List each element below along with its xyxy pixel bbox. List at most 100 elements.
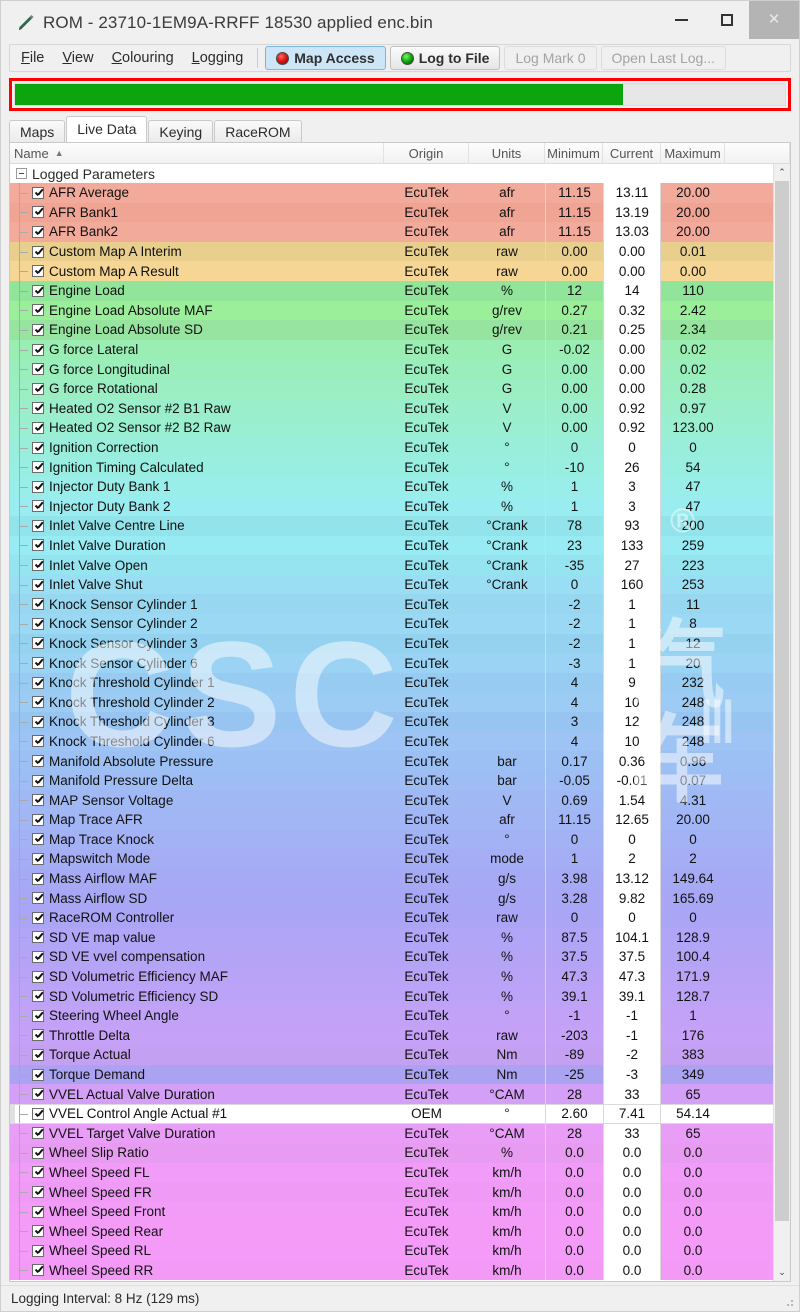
row-checkbox[interactable]	[32, 382, 44, 395]
row-checkbox[interactable]	[32, 1186, 44, 1199]
table-row[interactable]: Wheel Speed RR EcuTek km/h 0.0 0.0 0.0	[10, 1260, 790, 1281]
table-row[interactable]: Wheel Speed RL EcuTek km/h 0.0 0.0 0.0	[10, 1241, 790, 1261]
log-mark-button[interactable]: Log Mark 0	[504, 46, 597, 70]
scroll-down-button[interactable]: ⌄	[774, 1264, 790, 1281]
row-checkbox[interactable]	[32, 598, 44, 611]
row-checkbox[interactable]	[32, 1205, 44, 1218]
tab-raceROM[interactable]: RaceROM	[214, 120, 302, 142]
row-checkbox[interactable]	[32, 323, 44, 336]
menu-colouring[interactable]: Colouring	[103, 46, 183, 70]
row-checkbox[interactable]	[32, 1264, 44, 1277]
row-checkbox[interactable]	[32, 265, 44, 278]
table-row[interactable]: Steering Wheel Angle EcuTek ° -1 -1 1	[10, 1005, 790, 1026]
row-checkbox[interactable]	[32, 657, 44, 670]
column-header-name[interactable]: Name ▲	[10, 143, 384, 163]
row-checkbox[interactable]	[32, 1088, 44, 1101]
table-row[interactable]: Wheel Speed FL EcuTek km/h 0.0 0.0 0.0	[10, 1162, 790, 1183]
column-header-maximum[interactable]: Maximum	[661, 143, 725, 163]
table-row[interactable]: Engine Load Absolute SD EcuTek g/rev 0.21 0.…	[10, 320, 790, 340]
row-checkbox[interactable]	[32, 480, 44, 493]
row-checkbox[interactable]	[32, 970, 44, 983]
table-row[interactable]: AFR Average EcuTek afr 11.15 13.11 20.00	[10, 183, 790, 203]
row-checkbox[interactable]	[32, 1009, 44, 1022]
row-checkbox[interactable]	[32, 794, 44, 807]
row-checkbox[interactable]	[32, 1244, 44, 1257]
menu-view[interactable]: View	[53, 46, 102, 70]
table-row[interactable]: Knock Sensor Cylinder 6 EcuTek -3 1 20	[10, 653, 790, 673]
table-row[interactable]: Ignition Timing Calculated EcuTek ° -10 26 54	[10, 457, 790, 477]
table-row[interactable]: Inlet Valve Shut EcuTek °Crank 0 160 253	[10, 574, 790, 595]
table-row[interactable]: Knock Threshold Cylinder 2 EcuTek 4 10 248	[10, 692, 790, 713]
menu-logging[interactable]: Logging	[183, 46, 253, 70]
collapse-icon[interactable]	[16, 168, 27, 179]
row-checkbox[interactable]	[32, 1107, 44, 1120]
row-checkbox[interactable]	[32, 852, 44, 865]
table-row[interactable]: Wheel Slip Ratio EcuTek% 0.0 0.0 0.0	[10, 1143, 790, 1163]
table-row[interactable]: Custom Map A Interim EcuTek raw 0.00 0.00 0.0…	[10, 241, 790, 262]
row-checkbox[interactable]	[32, 931, 44, 944]
table-row[interactable]: Torque Demand EcuTek Nm -25 -3 349	[10, 1064, 790, 1085]
row-checkbox[interactable]	[32, 892, 44, 905]
table-row[interactable]: Heated O2 Sensor #2 B2 Raw EcuTek V 0.00 0.9…	[10, 418, 790, 438]
table-row[interactable]: AFR Bank1 EcuTek afr 11.15 13.19 20.00	[10, 202, 790, 223]
map-access-button[interactable]: Map Access	[265, 46, 386, 70]
row-checkbox[interactable]	[32, 1166, 44, 1179]
table-row[interactable]: VVEL Actual Valve Duration EcuTek °CAM 28 33…	[10, 1084, 790, 1104]
open-last-log-button[interactable]: Open Last Log...	[600, 46, 727, 70]
tab-keying[interactable]: Keying	[148, 120, 214, 142]
row-checkbox[interactable]	[32, 950, 44, 963]
maximize-button[interactable]	[704, 1, 749, 39]
row-checkbox[interactable]	[32, 1068, 44, 1081]
table-row[interactable]: Wheel Speed Front EcuTek km/h 0.0 0.0 0.0	[10, 1201, 790, 1222]
table-row[interactable]: Mass Airflow SD EcuTek g/s 3.28 9.82 165.69	[10, 888, 790, 908]
table-row[interactable]: RaceROM Controller EcuTek raw 0 0 0	[10, 907, 790, 928]
row-checkbox[interactable]	[32, 363, 44, 376]
table-row[interactable]: Throttle Delta EcuTek raw -203 -1 176	[10, 1025, 790, 1046]
row-checkbox[interactable]	[32, 1029, 44, 1042]
table-row[interactable]: G force Rotational EcuTek G 0.00 0.00 0.28	[10, 378, 790, 399]
row-checkbox[interactable]	[32, 225, 44, 238]
table-row[interactable]: G force Lateral EcuTek G -0.02 0.00 0.02	[10, 339, 790, 360]
table-row[interactable]: Inlet Valve Open EcuTek °Crank -35 27 223	[10, 555, 790, 575]
row-checkbox[interactable]	[32, 715, 44, 728]
row-checkbox[interactable]	[32, 1225, 44, 1238]
row-checkbox[interactable]	[32, 186, 44, 199]
table-row[interactable]: Injector Duty Bank 2 EcuTek% 1 3 47	[10, 496, 790, 517]
table-row[interactable]: SD Volumetric Efficiency SD EcuTek% 39.1 39…	[10, 986, 790, 1006]
table-row[interactable]: Inlet Valve Centre Line EcuTek °Crank 78 93 2…	[10, 516, 790, 536]
minimize-button[interactable]	[659, 1, 704, 39]
row-checkbox[interactable]	[32, 813, 44, 826]
row-checkbox[interactable]	[32, 676, 44, 689]
row-checkbox[interactable]	[32, 990, 44, 1003]
row-checkbox[interactable]	[32, 304, 44, 317]
row-checkbox[interactable]	[32, 578, 44, 591]
table-row[interactable]: Torque Actual EcuTek Nm -89 -2 383	[10, 1045, 790, 1065]
table-row[interactable]: Manifold Absolute Pressure EcuTek bar 0.17 0…	[10, 751, 790, 771]
table-row[interactable]: Knock Sensor Cylinder 2 EcuTek -2 1 8	[10, 614, 790, 634]
table-row[interactable]: Map Trace AFR EcuTek afr 11.15 12.65 20.00	[10, 810, 790, 830]
log-to-file-button[interactable]: Log to File	[389, 46, 501, 70]
table-row[interactable]: Heated O2 Sensor #2 B1 Raw EcuTek V 0.00 0.9…	[10, 398, 790, 419]
tab-live-data[interactable]: Live Data	[66, 116, 148, 142]
table-row[interactable]: Mapswitch Mode EcuTek mode 1 2 2	[10, 849, 790, 869]
row-checkbox[interactable]	[32, 774, 44, 787]
row-checkbox[interactable]	[32, 539, 44, 552]
table-row[interactable]: VVEL Target Valve Duration EcuTek °CAM 28 33…	[10, 1123, 790, 1144]
row-checkbox[interactable]	[32, 755, 44, 768]
row-checkbox[interactable]	[32, 461, 44, 474]
column-header-units[interactable]: Units	[469, 143, 545, 163]
table-row[interactable]: Wheel Speed FR EcuTek km/h 0.0 0.0 0.0	[10, 1182, 790, 1202]
table-row[interactable]: G force Longitudinal EcuTek G 0.00 0.00 0.02	[10, 359, 790, 379]
table-row[interactable]: SD Volumetric Efficiency MAF EcuTek% 47.3 4…	[10, 966, 790, 987]
table-row[interactable]: SD VE vvel compensation EcuTek% 37.5 37.5 10…	[10, 947, 790, 967]
row-checkbox[interactable]	[32, 245, 44, 258]
table-row[interactable]: Wheel Speed Rear EcuTek km/h 0.0 0.0 0.0	[10, 1221, 790, 1242]
row-checkbox[interactable]	[32, 206, 44, 219]
row-checkbox[interactable]	[32, 421, 44, 434]
close-button[interactable]: ×	[749, 1, 799, 39]
table-row[interactable]: AFR Bank2 EcuTek afr 11.15 13.03 20.00	[10, 222, 790, 242]
tab-maps[interactable]: Maps	[9, 120, 66, 142]
row-checkbox[interactable]	[32, 1146, 44, 1159]
row-checkbox[interactable]	[32, 872, 44, 885]
table-row[interactable]: MAP Sensor Voltage EcuTek V 0.69 1.54 4.31	[10, 790, 790, 810]
